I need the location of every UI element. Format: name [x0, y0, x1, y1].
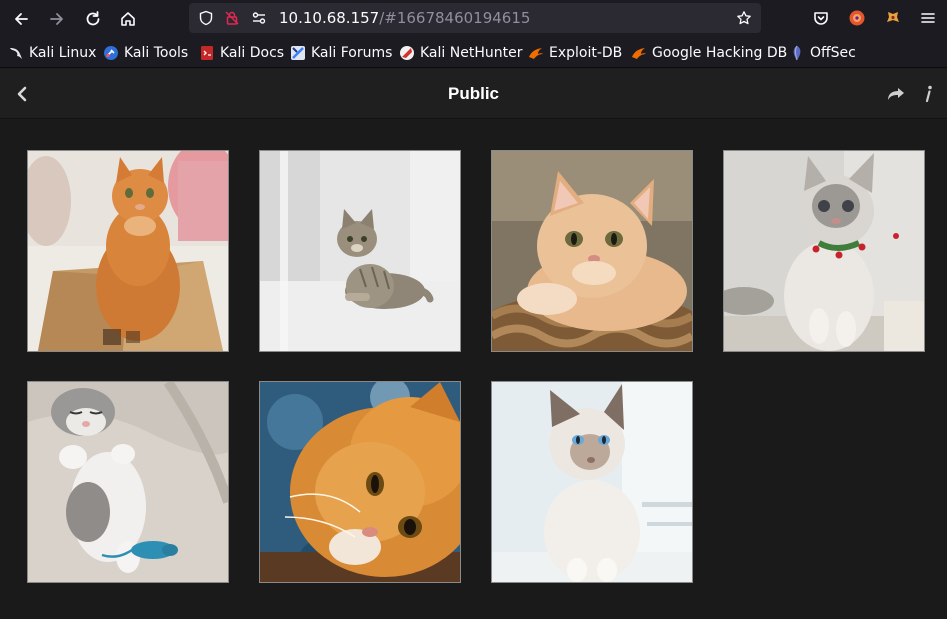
bookmark-kali-docs[interactable]: Kali Docs: [199, 44, 284, 62]
home-icon: [121, 12, 135, 26]
bookmark-kali-forums[interactable]: Kali Forums: [290, 44, 392, 62]
tabby-kitten-lying-image: [260, 151, 460, 351]
bookmark-exploit-db[interactable]: Exploit-DB: [528, 44, 622, 62]
gallery-grid: [0, 120, 947, 619]
kali-docs-icon: [201, 46, 213, 60]
bookmark-label: Google Hacking DB: [652, 45, 788, 61]
home-button[interactable]: [115, 6, 141, 32]
bookmark-label: Kali Tools: [124, 45, 189, 61]
siamese-kitten-image: [492, 382, 692, 582]
url-bar[interactable]: 10.10.68.157/#16678460194615: [189, 3, 761, 33]
pocket-icon[interactable]: [812, 9, 830, 27]
forward-arrow-icon: [50, 13, 63, 25]
url-host: 10.10.68.157: [279, 9, 380, 27]
gallery-thumbnail[interactable]: [723, 150, 925, 352]
bookmark-label: Kali Docs: [220, 45, 285, 61]
ghdb-icon: [632, 48, 646, 59]
bookmark-label: Kali NetHunter: [420, 45, 523, 61]
extension-icon[interactable]: [884, 9, 902, 27]
sleeping-grey-kitten-with-toy-image: [28, 382, 228, 582]
gallery-header: Public: [0, 69, 947, 119]
gallery-thumbnail[interactable]: [491, 381, 693, 583]
page-title: Public: [447, 84, 499, 103]
browser-toolbar: 10.10.68.157/#16678460194615: [0, 0, 947, 38]
forward-button[interactable]: [44, 6, 70, 32]
share-button[interactable]: [884, 82, 908, 106]
hamburger-menu-icon[interactable]: [919, 9, 937, 27]
ginger-cat-closeup-image: [260, 382, 460, 582]
reload-button[interactable]: [80, 6, 106, 32]
cream-cat-in-basket-image: [492, 151, 692, 351]
bookmark-label: Kali Linux: [29, 45, 97, 61]
kali-tools-icon: [104, 46, 118, 60]
tracking-shield-icon[interactable]: [198, 10, 214, 26]
bookmark-kali-nethunter[interactable]: Kali NetHunter: [399, 44, 522, 62]
site-permissions-icon[interactable]: [251, 10, 267, 26]
bookmark-google-hacking-db[interactable]: Google Hacking DB: [631, 44, 787, 62]
reload-icon: [86, 11, 100, 26]
bookmark-label: Kali Forums: [311, 45, 393, 61]
bookmark-offsec[interactable]: OffSec: [789, 44, 856, 62]
gallery-thumbnail[interactable]: [27, 150, 229, 352]
share-arrow-icon: [888, 88, 904, 100]
bookmark-label: OffSec: [810, 45, 856, 61]
fluffy-grey-white-cat-image: [724, 151, 924, 351]
url-text[interactable]: 10.10.68.157/#16678460194615: [279, 9, 530, 27]
kali-forums-icon: [291, 46, 305, 60]
ginger-cat-in-box-image: [28, 151, 228, 351]
insecure-lock-icon[interactable]: [224, 10, 240, 26]
gallery-thumbnail[interactable]: [27, 381, 229, 583]
bookmark-star-icon[interactable]: [736, 10, 752, 26]
kali-nethunter-icon: [400, 46, 414, 60]
info-button[interactable]: [916, 82, 940, 106]
gallery-thumbnail[interactable]: [259, 150, 461, 352]
bookmark-label: Exploit-DB: [549, 45, 623, 61]
back-arrow-icon: [15, 13, 28, 25]
extension-fox-icon[interactable]: [848, 9, 866, 27]
gallery-thumbnail[interactable]: [259, 381, 461, 583]
exploit-db-icon: [529, 48, 543, 59]
kali-dragon-icon: [10, 48, 22, 59]
back-button[interactable]: [8, 6, 34, 32]
gallery-thumbnail[interactable]: [491, 150, 693, 352]
bookmarks-toolbar: Kali Linux Kali Tools Kali Docs Kali For…: [0, 38, 947, 68]
offsec-icon: [793, 45, 801, 61]
info-icon: [925, 85, 932, 103]
bookmark-kali-linux[interactable]: Kali Linux: [8, 44, 96, 62]
bookmark-kali-tools[interactable]: Kali Tools: [103, 44, 188, 62]
url-path: /#16678460194615: [379, 9, 531, 27]
